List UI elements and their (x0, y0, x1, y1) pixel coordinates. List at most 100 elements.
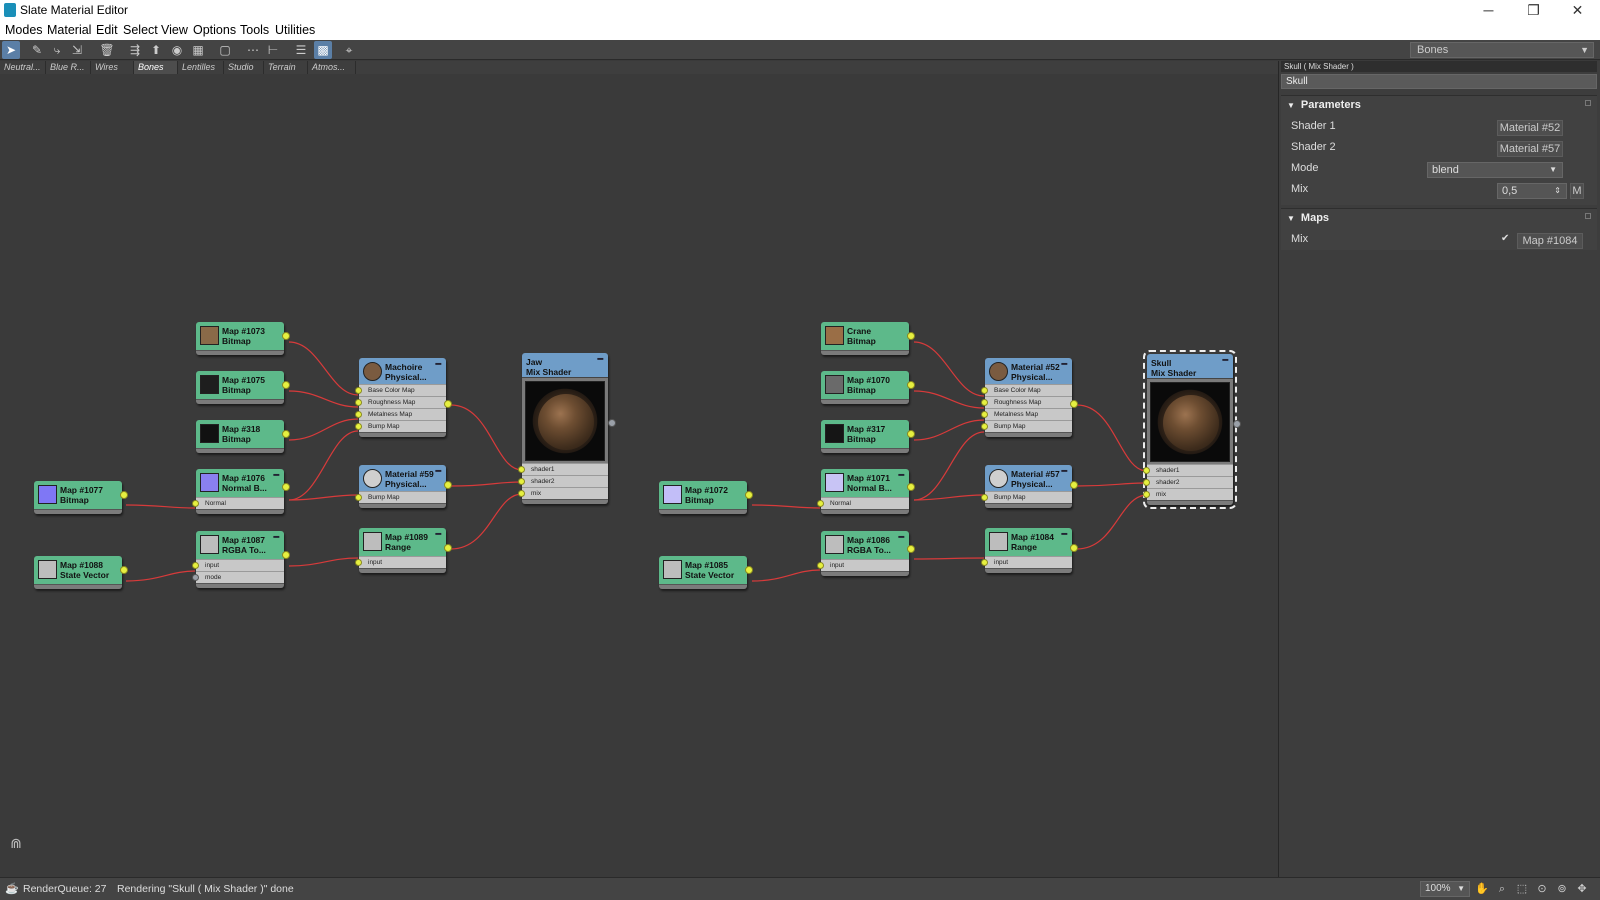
input-slot[interactable]: Roughness Map (355, 396, 446, 408)
show-map-icon[interactable]: ◉ (168, 41, 186, 59)
input-pin[interactable] (518, 490, 525, 497)
restore-icon[interactable]: ❐ (1511, 0, 1556, 21)
input-slot[interactable]: shader2 (1143, 476, 1233, 488)
select-tool-icon[interactable]: ➤ (2, 41, 20, 59)
material-name-field[interactable]: Skull (1281, 74, 1597, 89)
node-map-318[interactable]: Map #318 Bitmap (196, 420, 290, 453)
node-map-1077[interactable]: Map #1077 Bitmap (34, 481, 128, 514)
tab-terrain[interactable]: Terrain (264, 61, 308, 74)
minimize-node-icon[interactable]: ━ (436, 529, 441, 539)
input-slot[interactable]: shader2 (518, 475, 608, 487)
node-map-crane[interactable]: Crane Bitmap (821, 322, 915, 355)
shader2-button[interactable]: Material #57 (1497, 141, 1563, 157)
node-map-1087[interactable]: Map #1087 RGBA To... ━ input mode (192, 531, 290, 588)
output-pin[interactable] (745, 566, 753, 574)
tab-lentilles[interactable]: Lentilles (178, 61, 224, 74)
tab-bones[interactable]: Bones (134, 61, 178, 74)
minimize-icon[interactable]: ─ (1466, 0, 1511, 21)
menu-utilities[interactable]: Utilities (275, 23, 315, 37)
pan-to-selected-icon[interactable]: ✥ (1574, 881, 1590, 897)
input-pin[interactable] (355, 559, 362, 566)
zoom-extents-selected-icon[interactable]: ⊚ (1554, 881, 1570, 897)
node-map-1073[interactable]: Map #1073 Bitmap (196, 322, 290, 355)
input-pin[interactable] (518, 478, 525, 485)
pick-material-icon[interactable]: ✎ (28, 41, 46, 59)
material-map-browser-icon[interactable]: ▩ (314, 41, 332, 59)
parameters-rollout-header[interactable]: ▼ Parameters (1281, 96, 1597, 114)
input-pin[interactable] (192, 562, 199, 569)
output-pin[interactable] (444, 400, 452, 408)
node-map-1071[interactable]: Map #1071 Normal B... ━ Normal (817, 469, 915, 514)
menu-tools[interactable]: Tools (240, 23, 269, 37)
input-pin[interactable] (981, 559, 988, 566)
assign-material-icon[interactable]: ⇲ (68, 41, 86, 59)
navigator-icon[interactable]: ⌖ (340, 41, 358, 59)
output-pin[interactable] (1233, 420, 1241, 428)
input-slot[interactable]: input (192, 559, 284, 571)
zoom-extents-icon[interactable]: ⊙ (1534, 881, 1550, 897)
output-pin[interactable] (907, 381, 915, 389)
input-pin[interactable] (355, 494, 362, 501)
output-pin[interactable] (608, 419, 616, 427)
input-slot[interactable]: input (817, 559, 909, 571)
input-pin[interactable] (355, 387, 362, 394)
input-pin[interactable] (981, 387, 988, 394)
mix-spinner[interactable]: 0,5 ⇕ (1497, 183, 1567, 199)
node-mix-shader-jaw[interactable]: Jaw Mix Shader ━ shader1 shader2 mix (518, 353, 616, 504)
show-background-icon[interactable]: ▦ (189, 41, 207, 59)
layout-children-icon[interactable]: ⊢ (264, 41, 282, 59)
node-map-1085[interactable]: Map #1085 State Vector (659, 556, 753, 589)
minimize-node-icon[interactable]: ━ (899, 532, 904, 542)
menu-options[interactable]: Options (193, 23, 236, 37)
binding-icon[interactable]: ⋒ (8, 835, 24, 851)
node-material-machoire[interactable]: Machoire Physical... ━ Base Color Map Roug… (355, 358, 452, 437)
input-pin[interactable] (192, 574, 199, 581)
output-pin[interactable] (120, 566, 128, 574)
output-pin[interactable] (282, 430, 290, 438)
node-map-1084[interactable]: Map #1084 Range ━ input (981, 528, 1078, 573)
input-slot[interactable]: Bump Map (355, 491, 446, 503)
minimize-node-icon[interactable]: ━ (598, 354, 603, 364)
maps-mix-checkbox[interactable]: ✔ (1501, 233, 1509, 244)
output-pin[interactable] (907, 332, 915, 340)
input-pin[interactable] (981, 411, 988, 418)
node-map-1088[interactable]: Map #1088 State Vector (34, 556, 128, 589)
input-pin[interactable] (518, 466, 525, 473)
input-slot[interactable]: Bump Map (981, 420, 1072, 432)
node-map-1072[interactable]: Map #1072 Bitmap (659, 481, 753, 514)
node-map-1076[interactable]: Map #1076 Normal B... ━ Normal (192, 469, 290, 514)
output-pin[interactable] (282, 332, 290, 340)
input-slot[interactable]: Bump Map (355, 420, 446, 432)
node-map-1070[interactable]: Map #1070 Bitmap (821, 371, 915, 404)
input-slot[interactable]: Roughness Map (981, 396, 1072, 408)
input-slot[interactable]: mix (1143, 488, 1233, 500)
minimize-node-icon[interactable]: ━ (274, 470, 279, 480)
input-slot[interactable]: Base Color Map (355, 384, 446, 396)
input-slot[interactable]: mix (518, 487, 608, 499)
pan-hand-icon[interactable]: ✋ (1474, 881, 1490, 897)
input-pin[interactable] (817, 562, 824, 569)
input-slot[interactable]: Metalness Map (981, 408, 1072, 420)
rollout-menu-icon[interactable] (1585, 100, 1591, 106)
menu-view[interactable]: View (161, 23, 188, 37)
output-pin[interactable] (745, 491, 753, 499)
input-pin[interactable] (1143, 491, 1150, 498)
render-queue-icon[interactable]: ☕ (5, 882, 19, 896)
input-slot[interactable]: Metalness Map (355, 408, 446, 420)
output-pin[interactable] (282, 551, 290, 559)
output-pin[interactable] (120, 491, 128, 499)
input-pin[interactable] (355, 399, 362, 406)
input-pin[interactable] (192, 500, 199, 507)
view-dropdown[interactable]: Bones ▼ (1410, 42, 1594, 58)
menu-select[interactable]: Select (123, 23, 158, 37)
tab-neutral[interactable]: Neutral... (0, 61, 46, 74)
delete-icon[interactable]: 🗑 (98, 41, 116, 59)
node-material-57[interactable]: Material #57 Physical... ━ Bump Map (981, 465, 1078, 508)
node-map-1089[interactable]: Map #1089 Range ━ input (355, 528, 452, 573)
output-pin[interactable] (907, 483, 915, 491)
input-slot[interactable]: shader1 (518, 463, 608, 475)
output-pin[interactable] (444, 544, 452, 552)
node-view[interactable]: Map #1073 Bitmap Map #1075 Bitmap Map #318… (0, 75, 1274, 877)
input-pin[interactable] (981, 423, 988, 430)
output-pin[interactable] (282, 381, 290, 389)
